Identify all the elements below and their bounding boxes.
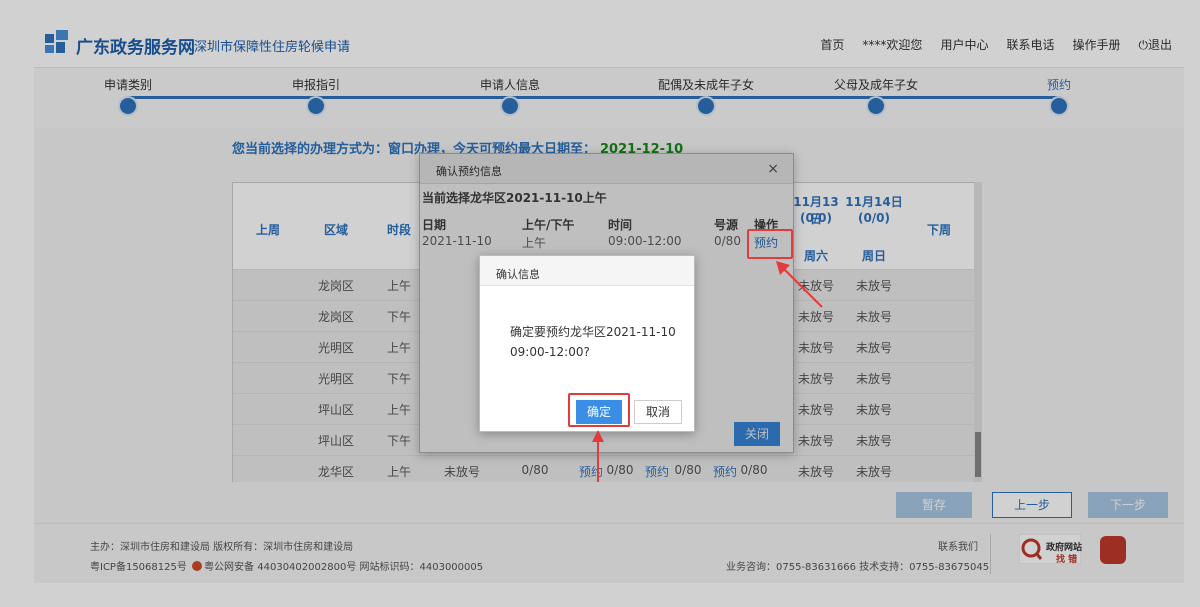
confirm-title: 确认信息 bbox=[496, 268, 540, 281]
arrow-icon bbox=[592, 430, 604, 482]
arrow-icon bbox=[776, 261, 823, 308]
confirm-cancel-button[interactable]: 取消 bbox=[634, 400, 682, 424]
confirm-titlebar: 确认信息 bbox=[480, 256, 694, 286]
highlight-ok-button bbox=[568, 393, 630, 427]
confirm-message: 确定要预约龙华区2021-11-10 09:00-12:00? bbox=[510, 325, 676, 359]
